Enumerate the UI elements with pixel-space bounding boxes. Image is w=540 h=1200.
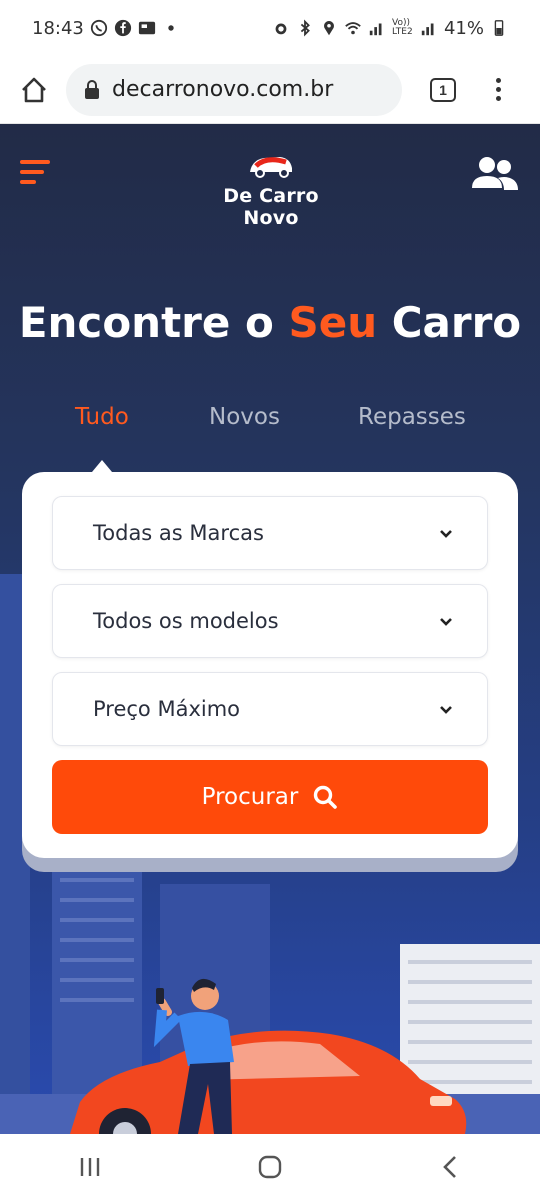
system-navigation-bar	[0, 1134, 540, 1200]
whatsapp-icon	[90, 19, 107, 37]
tab-novos[interactable]: Novos	[209, 404, 280, 430]
search-card: Todas as Marcas Todos os modelos Preço M…	[22, 472, 518, 858]
search-tabs: Tudo Novos Repasses	[0, 404, 540, 444]
search-button-label: Procurar	[201, 784, 299, 810]
back-arrow-icon	[443, 1156, 456, 1178]
recent-apps-button[interactable]	[60, 1147, 120, 1187]
menu-icon[interactable]	[20, 160, 50, 186]
facebook-icon	[114, 19, 131, 37]
max-price-select-label: Preço Máximo	[93, 697, 241, 721]
model-select[interactable]: Todos os modelos	[52, 584, 488, 658]
page-title: Encontre o Seu Carro	[0, 298, 540, 347]
network-type: Vo)) LTE2	[391, 18, 413, 37]
browser-toolbar: decarronovo.com.br 1	[0, 56, 540, 124]
max-price-select[interactable]: Preço Máximo	[52, 672, 488, 746]
battery-icon	[494, 20, 504, 36]
active-tab-pointer	[92, 460, 112, 472]
tab-switcher-button[interactable]: 1	[430, 77, 456, 102]
chevron-down-icon	[440, 618, 452, 626]
signal-icon-2	[421, 23, 434, 36]
home-nav-button[interactable]	[240, 1147, 300, 1187]
model-select-label: Todos os modelos	[93, 609, 279, 633]
home-button[interactable]	[14, 70, 54, 110]
search-icon	[314, 785, 338, 809]
address-bar[interactable]: decarronovo.com.br	[66, 63, 402, 116]
search-button[interactable]: Procurar	[52, 760, 488, 834]
logo-text: De Carro Novo	[223, 185, 319, 229]
status-bar: 18:43 Vo)) LTE2 41%	[0, 0, 540, 56]
browser-menu-button[interactable]	[496, 78, 501, 101]
site-header: De Carro Novo	[0, 152, 540, 229]
chevron-down-icon	[440, 706, 452, 714]
dot-icon	[168, 25, 174, 31]
title-part-2: Carro	[377, 298, 522, 347]
hero-section: De Carro Novo Encontre o Seu Carro Tudo …	[0, 124, 540, 1134]
car-person-illustration	[0, 978, 540, 1134]
brand-select-label: Todas as Marcas	[93, 521, 264, 545]
home-icon	[22, 77, 46, 102]
recent-apps-icon	[80, 1158, 100, 1176]
tab-tudo[interactable]: Tudo	[75, 404, 129, 430]
users-icon[interactable]	[468, 154, 520, 194]
home-circle-icon	[258, 1155, 282, 1179]
title-accent: Seu	[288, 298, 378, 347]
screen-icon	[138, 21, 155, 35]
car-logo-icon	[250, 157, 292, 178]
battery-percent: 41%	[443, 17, 484, 39]
tab-repasses[interactable]: Repasses	[358, 404, 466, 430]
wifi-icon	[345, 22, 361, 35]
menu-dot	[496, 96, 501, 101]
url-text: decarronovo.com.br	[112, 77, 334, 102]
chevron-down-icon	[440, 530, 452, 538]
back-button[interactable]	[420, 1147, 480, 1187]
menu-dot	[496, 87, 501, 92]
bluetooth-icon	[300, 19, 310, 37]
lock-icon	[85, 79, 99, 99]
location-icon	[324, 20, 334, 36]
site-logo[interactable]: De Carro Novo	[194, 152, 348, 229]
brand-select[interactable]: Todas as Marcas	[52, 496, 488, 570]
status-time: 18:43	[32, 17, 84, 39]
alarm-icon	[275, 23, 287, 35]
title-part-1: Encontre o	[18, 298, 289, 347]
signal-icon	[369, 23, 382, 36]
menu-dot	[496, 78, 501, 83]
